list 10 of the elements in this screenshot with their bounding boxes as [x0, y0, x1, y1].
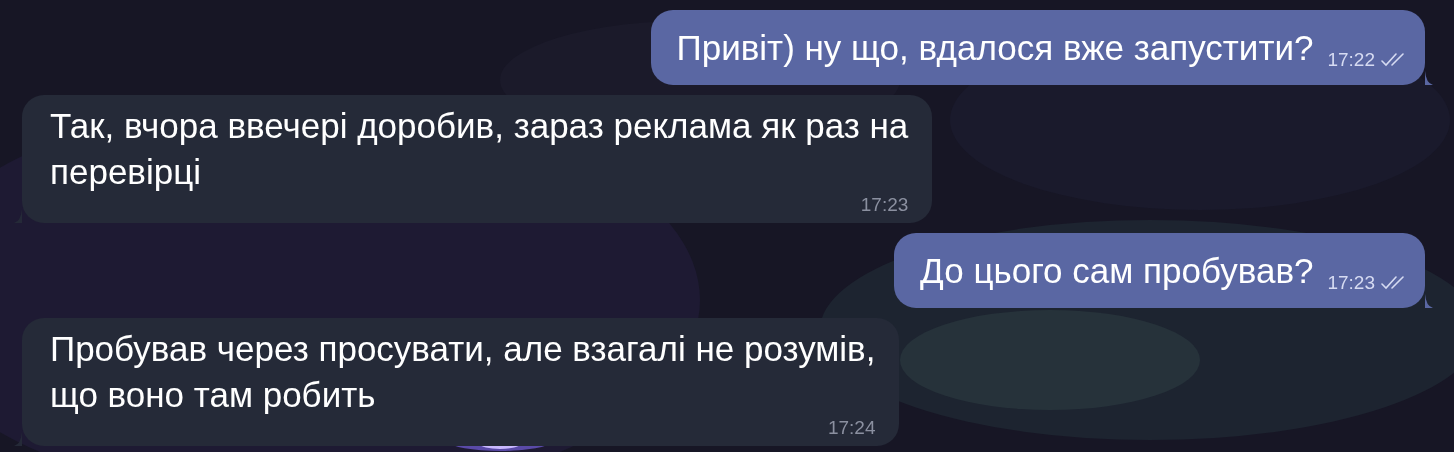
bubble-tail — [1425, 294, 1433, 308]
message-text: Пробував через просувати, але взагалі не розумів, що воно там робить — [50, 328, 876, 416]
message-time: 17:23 — [860, 195, 909, 215]
message-text: Привіт) ну що, вдалося вже запустити? — [676, 27, 1314, 69]
message-time: 17:22 — [1327, 50, 1375, 70]
message-text: До цього сам пробував? — [920, 250, 1314, 292]
message-time: 17:23 — [1327, 273, 1375, 293]
message-text: Так, вчора ввечері доробив, зараз реклама як раз на перевірці — [50, 105, 909, 193]
bubble-tail — [1425, 71, 1433, 85]
message-time: 17:24 — [827, 418, 876, 438]
